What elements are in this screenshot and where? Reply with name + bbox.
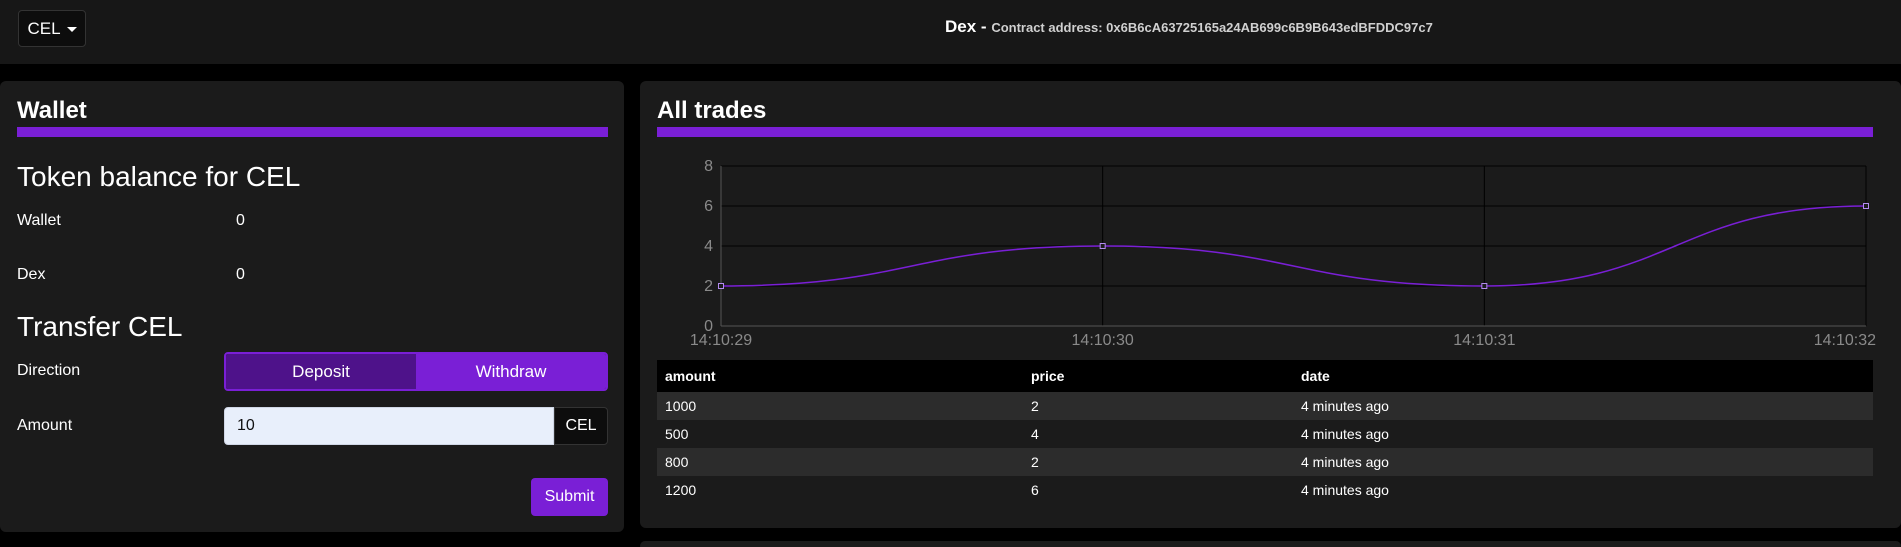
cell-price: 2 [1023,392,1293,420]
direction-toggle: Deposit Withdraw [224,352,608,391]
column-header-amount: amount [657,360,1023,392]
table-row: 500 4 4 minutes ago [657,420,1873,448]
amount-input[interactable] [224,407,554,445]
trades-card: All trades 0 2 4 6 8 14:10:29 14:10:30 14:10:31… [640,81,1901,528]
top-navbar: CEL Dex - Contract address: 0x6B6cA63725… [0,0,1901,64]
cell-price: 4 [1023,420,1293,448]
trades-table: amount price date 1000 2 4 minutes ago 5… [657,360,1873,504]
cell-price: 2 [1023,448,1293,476]
balance-heading: Token balance for CEL [17,161,301,192]
y-tick-label: 6 [704,198,713,215]
trades-line-chart: 0246814:10:29 14:10:30 14:10:31 14:10:32 [690,158,1876,349]
y-tick-label: 8 [704,158,713,175]
contract-address: Contract address: 0x6B6cA63725165a24AB69… [991,20,1433,35]
y-tick-label: 4 [704,238,713,255]
data-point [1099,243,1106,249]
cell-date: 4 minutes ago [1293,476,1873,504]
x-tick-label: 14:10:29 [690,332,752,349]
caret-down-icon [66,26,77,32]
wallet-balance-label: Wallet [17,212,61,229]
cell-amount: 800 [657,448,1023,476]
cell-amount: 500 [657,420,1023,448]
submit-button[interactable]: Submit [531,478,608,516]
table-header-row: amount price date [657,360,1873,392]
cell-price: 6 [1023,476,1293,504]
cell-date: 4 minutes ago [1293,392,1873,420]
token-selector-label: CEL [27,18,61,38]
table-row: 1000 2 4 minutes ago [657,392,1873,420]
app-title: Dex - [945,17,987,36]
amount-label: Amount [17,417,73,434]
wallet-title-bar [17,127,608,137]
token-selector-dropdown[interactable]: CEL [18,10,86,47]
transfer-heading: Transfer CEL [17,311,183,342]
page-title: Dex - Contract address: 0x6B6cA63725165a… [945,17,1433,37]
x-tick-label: 14:10:32 [1814,332,1876,349]
table-row: 800 2 4 minutes ago [657,448,1873,476]
x-tick-label: 14:10:30 [1072,332,1134,349]
cell-amount: 1200 [657,476,1023,504]
data-point [718,283,724,289]
bottom-card [640,541,1901,547]
data-point [1481,283,1488,289]
x-tick-label: 14:10:31 [1453,332,1515,349]
cell-amount: 1000 [657,392,1023,420]
amount-unit: CEL [554,407,608,445]
cell-date: 4 minutes ago [1293,420,1873,448]
table-row: 1200 6 4 minutes ago [657,476,1873,504]
cell-date: 4 minutes ago [1293,448,1873,476]
data-point [1863,203,1869,209]
column-header-date: date [1293,360,1873,392]
dex-balance-label: Dex [17,266,46,283]
direction-label: Direction [17,362,81,379]
wallet-title: Wallet [17,97,87,124]
wallet-balance-value: 0 [236,212,245,229]
deposit-button[interactable]: Deposit [226,354,416,389]
column-header-price: price [1023,360,1293,392]
wallet-card: Wallet Token balance for CEL Wallet 0 De… [0,81,624,532]
dex-balance-value: 0 [236,266,245,283]
y-tick-label: 2 [704,278,713,295]
withdraw-button[interactable]: Withdraw [416,354,606,389]
